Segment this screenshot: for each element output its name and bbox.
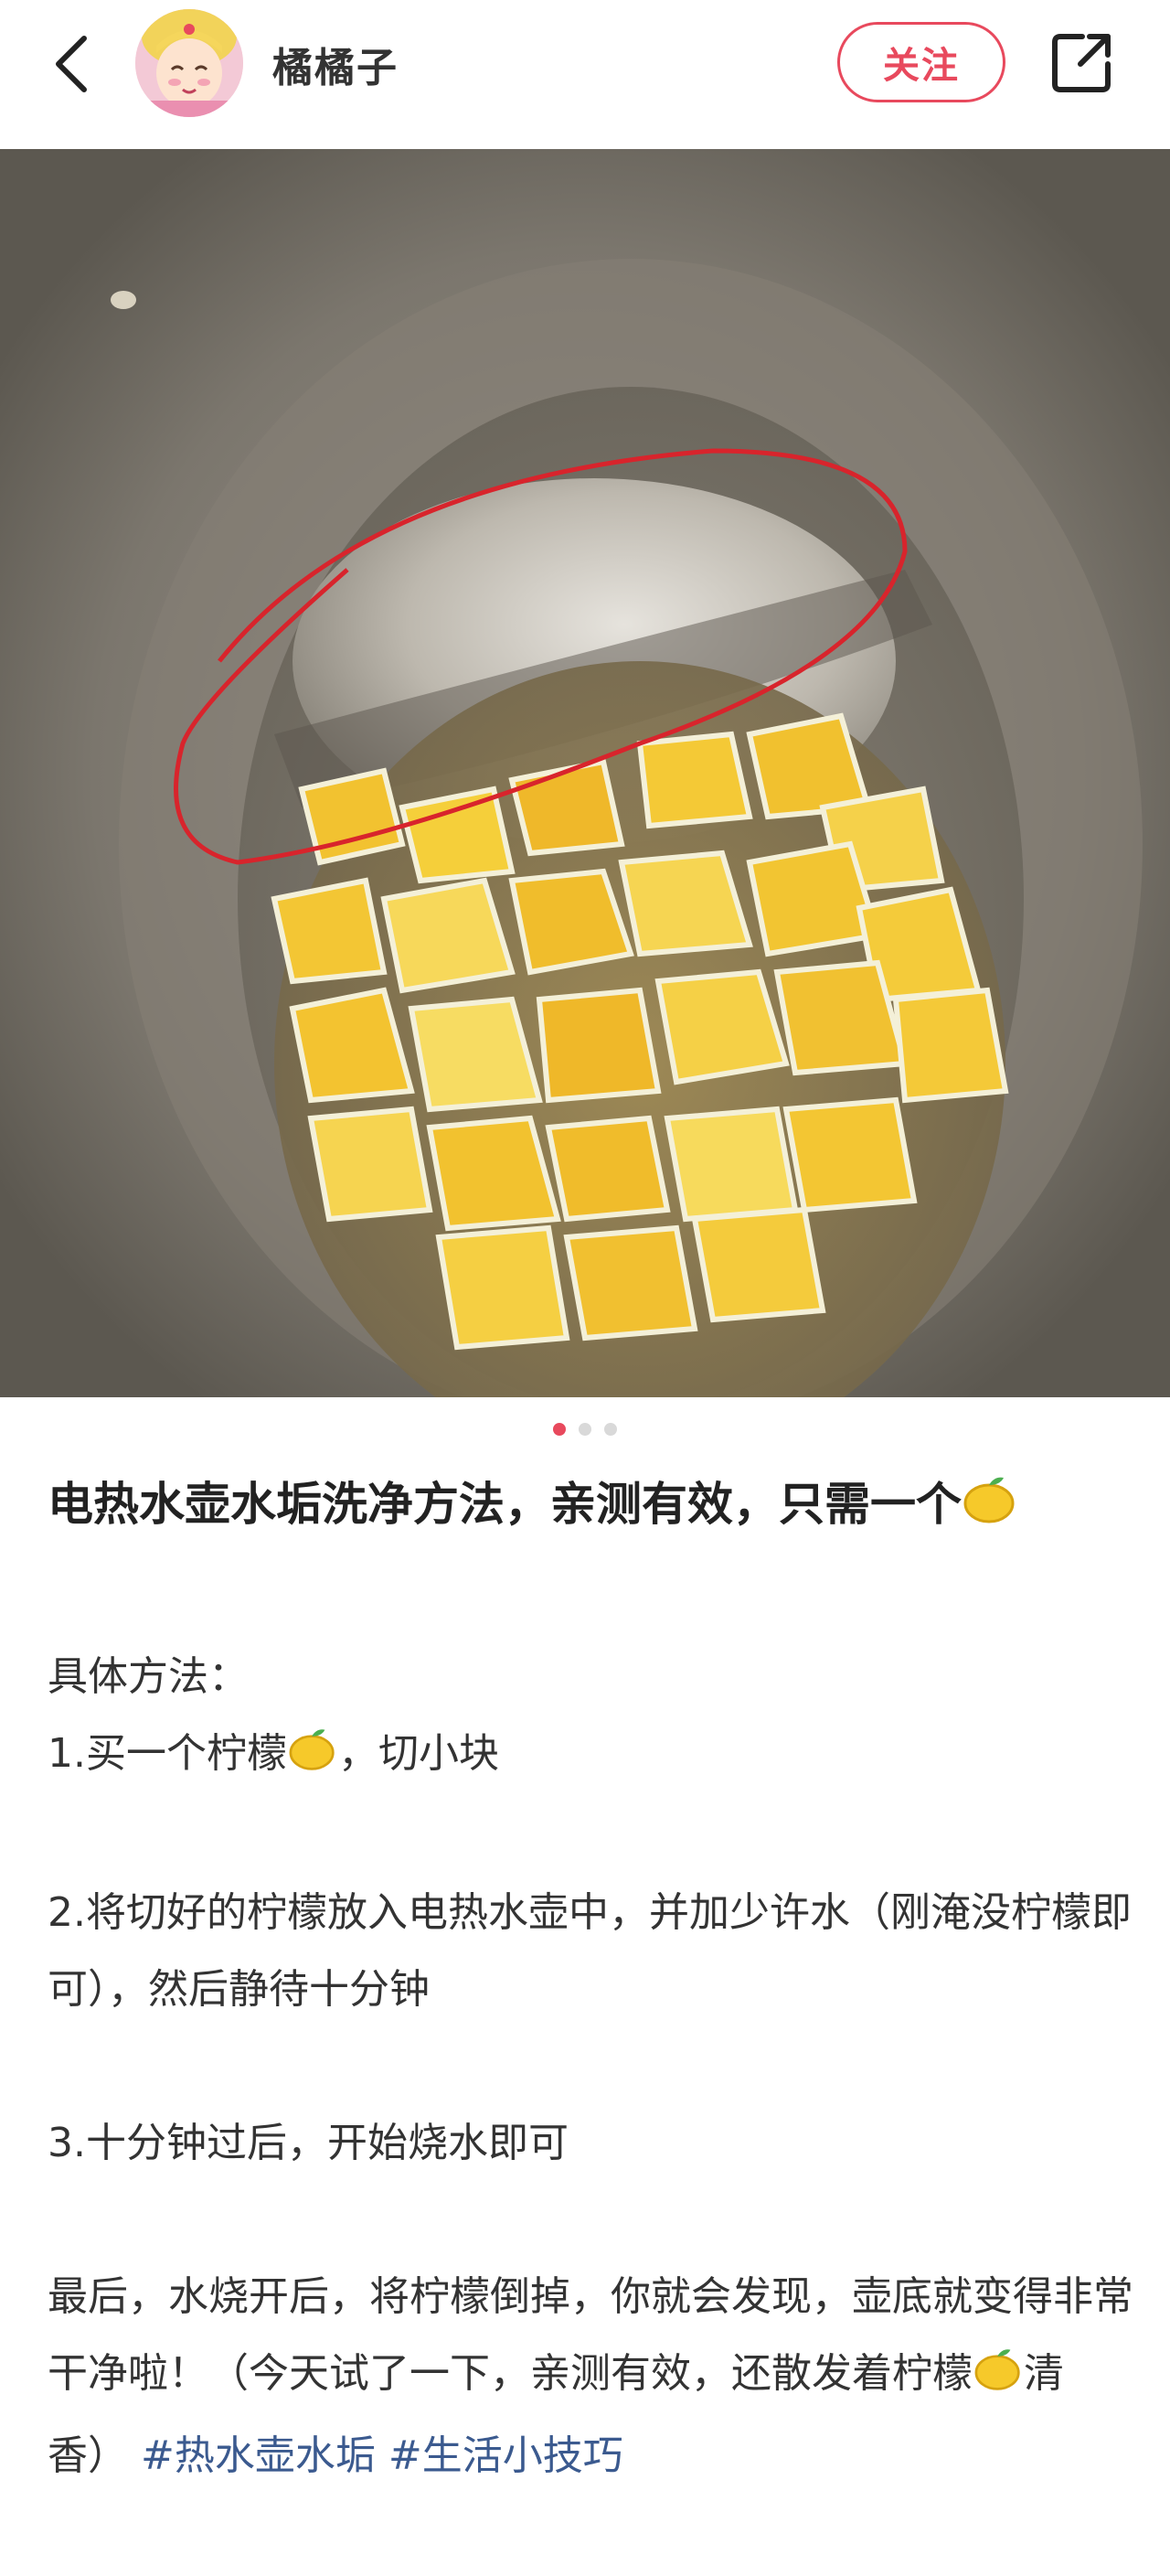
final-text-a: 最后，水烧开后，将柠檬倒掉，你就会发现，壶底就变得非常干净啦！（今天试了一下，亲… — [48, 2273, 1133, 2397]
lemon-emoji-icon — [287, 1721, 338, 1798]
carousel-dot[interactable] — [579, 1423, 591, 1436]
author-avatar[interactable] — [135, 9, 243, 117]
step-1-text-a: 1.买一个柠檬 — [48, 1730, 287, 1777]
step-3: 3.十分钟过后，开始烧水即可 — [48, 2120, 569, 2166]
kettle-lemon-photo — [0, 149, 1170, 1397]
carousel-indicator — [0, 1423, 1170, 1436]
post-title: 电热水壶水垢洗净方法，亲测有效，只需一个 — [48, 1465, 1126, 1549]
post-title-text: 电热水壶水垢洗净方法，亲测有效，只需一个 — [48, 1478, 962, 1531]
method-intro: 具体方法： — [48, 1653, 249, 1700]
follow-button[interactable]: 关注 — [837, 22, 1005, 102]
carousel-dot[interactable] — [553, 1423, 566, 1436]
share-icon — [1052, 34, 1111, 92]
top-bar: 橘橘子 关注 — [0, 0, 1170, 149]
step-2: 2.将切好的柠檬放入电热水壶中，并加少许水（刚淹没柠檬即可），然后静待十分钟 — [48, 1889, 1132, 2013]
chevron-left-icon — [56, 36, 87, 92]
hashtag-link[interactable]: #热水壶水垢 — [141, 2432, 376, 2479]
author-name[interactable]: 橘橘子 — [272, 35, 399, 93]
post-image[interactable] — [0, 149, 1170, 1397]
final-paragraph: 最后，水烧开后，将柠檬倒掉，你就会发现，壶底就变得非常干净啦！（今天试了一下，亲… — [48, 2259, 1135, 2495]
lemon-emoji-icon — [973, 2341, 1024, 2418]
back-button[interactable] — [48, 27, 95, 101]
post-body: 具体方法： 1.买一个柠檬 ，切小块 2.将切好的柠檬放入电热水壶中，并加少许水（… — [48, 1639, 1135, 2495]
hashtag-link[interactable]: #生活小技巧 — [388, 2432, 623, 2479]
step-1-text-b: ，切小块 — [337, 1730, 499, 1777]
carousel-dot[interactable] — [604, 1423, 617, 1436]
share-button[interactable] — [1048, 27, 1117, 97]
lemon-emoji-icon — [962, 1470, 1018, 1549]
step-1: 1.买一个柠檬 ，切小块 — [48, 1716, 1135, 1798]
